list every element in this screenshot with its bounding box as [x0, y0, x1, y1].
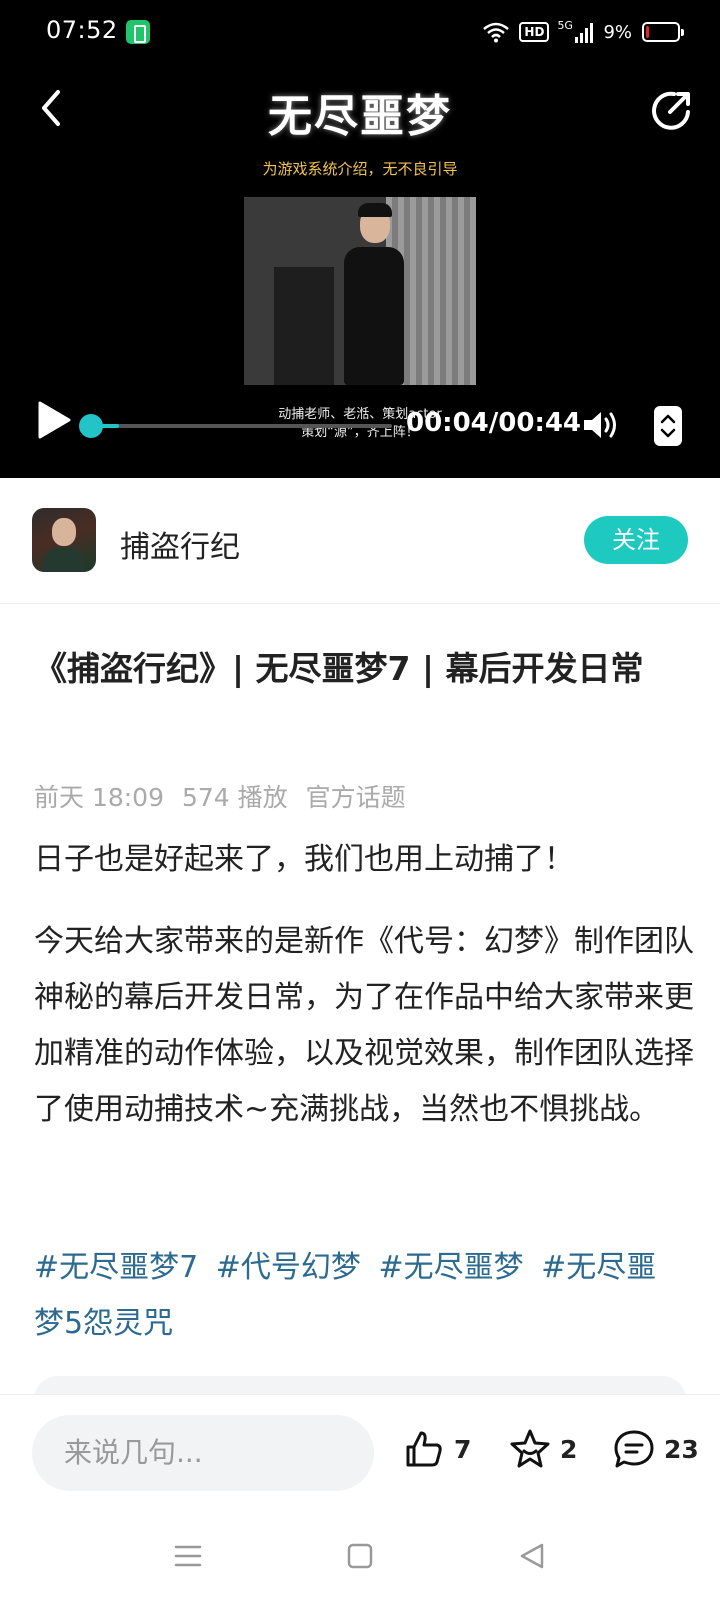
video-title: 无尽噩梦: [268, 91, 452, 142]
signal-label: 5G: [557, 19, 573, 32]
signal-icon: 5G: [557, 19, 594, 43]
action-bar: 来说几句... 7 2 23: [0, 1394, 720, 1512]
battery-icon: [642, 22, 684, 42]
wifi-icon: [483, 21, 510, 43]
topic-link[interactable]: 官方话题: [306, 778, 406, 814]
home-square-icon: [347, 1543, 373, 1569]
chevron-left-icon: [42, 90, 60, 126]
favorite-button[interactable]: 2: [508, 1425, 577, 1473]
author-avatar[interactable]: [32, 508, 96, 572]
battery-level: [646, 26, 649, 38]
play-icon: [38, 401, 71, 439]
progress-track[interactable]: [92, 424, 392, 428]
comment-button[interactable]: 23: [612, 1425, 699, 1473]
system-back-button[interactable]: [514, 1538, 550, 1574]
video-player[interactable]: 07:52 HD 5G 9% 无尽噩梦 为游戏系统介绍，无不良引导 动捕老师、老…: [0, 0, 720, 478]
hashtag[interactable]: #代号幻梦: [216, 1250, 361, 1285]
hashtag[interactable]: #无尽噩梦: [378, 1250, 523, 1285]
article-meta: 前天 18:09 574 播放 官方话题: [34, 778, 406, 814]
like-button[interactable]: 7: [402, 1425, 471, 1473]
volume-button[interactable]: [582, 408, 620, 442]
fullscreen-icon: [660, 414, 676, 438]
time-readout: 00:04/00:44: [406, 408, 582, 438]
video-frame[interactable]: [244, 197, 476, 385]
status-bar: 07:52 HD 5G 9%: [0, 0, 720, 64]
app-notification-icon: [126, 20, 150, 44]
system-home-button[interactable]: [342, 1538, 378, 1574]
play-count: 574 播放: [182, 783, 288, 812]
studio-panel: [274, 267, 334, 385]
play-button[interactable]: [36, 400, 72, 440]
status-indicators: HD 5G 9%: [483, 16, 684, 48]
comment-input[interactable]: 来说几句...: [32, 1415, 374, 1491]
system-nav-bar: [0, 1512, 720, 1600]
article-paragraph-1: 日子也是好起来了，我们也用上动捕了！: [34, 842, 574, 877]
menu-icon: [174, 1545, 202, 1567]
mocap-actor-cap: [358, 203, 392, 217]
back-triangle-icon: [520, 1543, 544, 1569]
progress-knob[interactable]: [79, 414, 103, 438]
fullscreen-button[interactable]: [654, 406, 682, 446]
star-icon: [510, 1429, 550, 1468]
volume-icon: [584, 412, 616, 438]
video-subtitle: 为游戏系统介绍，无不良引导: [262, 160, 458, 178]
comment-count: 23: [664, 1434, 699, 1464]
follow-button[interactable]: 关注: [584, 516, 688, 564]
status-time: 07:52: [46, 16, 118, 44]
author-name[interactable]: 捕盗行纪: [120, 522, 240, 566]
hashtag-list: #无尽噩梦7 #代号幻梦 #无尽噩梦 #无尽噩梦5怨灵咒: [34, 1240, 684, 1352]
post-time: 前天 18:09: [34, 783, 164, 812]
thumbs-up-icon: [406, 1431, 442, 1467]
back-button[interactable]: [30, 86, 74, 130]
share-icon: [652, 91, 690, 130]
like-count: 7: [454, 1434, 472, 1464]
battery-percent: 9%: [603, 21, 632, 43]
author-row: 捕盗行纪 关注: [0, 480, 720, 604]
comment-bubble-icon: [614, 1430, 654, 1468]
hashtag[interactable]: #无尽噩梦7: [34, 1250, 198, 1285]
hd-badge: HD: [519, 22, 550, 42]
share-button[interactable]: [648, 86, 696, 134]
article-paragraph-2: 今天给大家带来的是新作《代号：幻梦》制作团队神秘的幕后开发日常，为了在作品中给大…: [34, 924, 694, 1127]
mocap-actor: [344, 247, 404, 385]
system-menu-button[interactable]: [170, 1538, 206, 1574]
favorite-count: 2: [560, 1434, 578, 1464]
article-title: 《捕盗行纪》| 无尽噩梦7 | 幕后开发日常: [34, 649, 644, 688]
